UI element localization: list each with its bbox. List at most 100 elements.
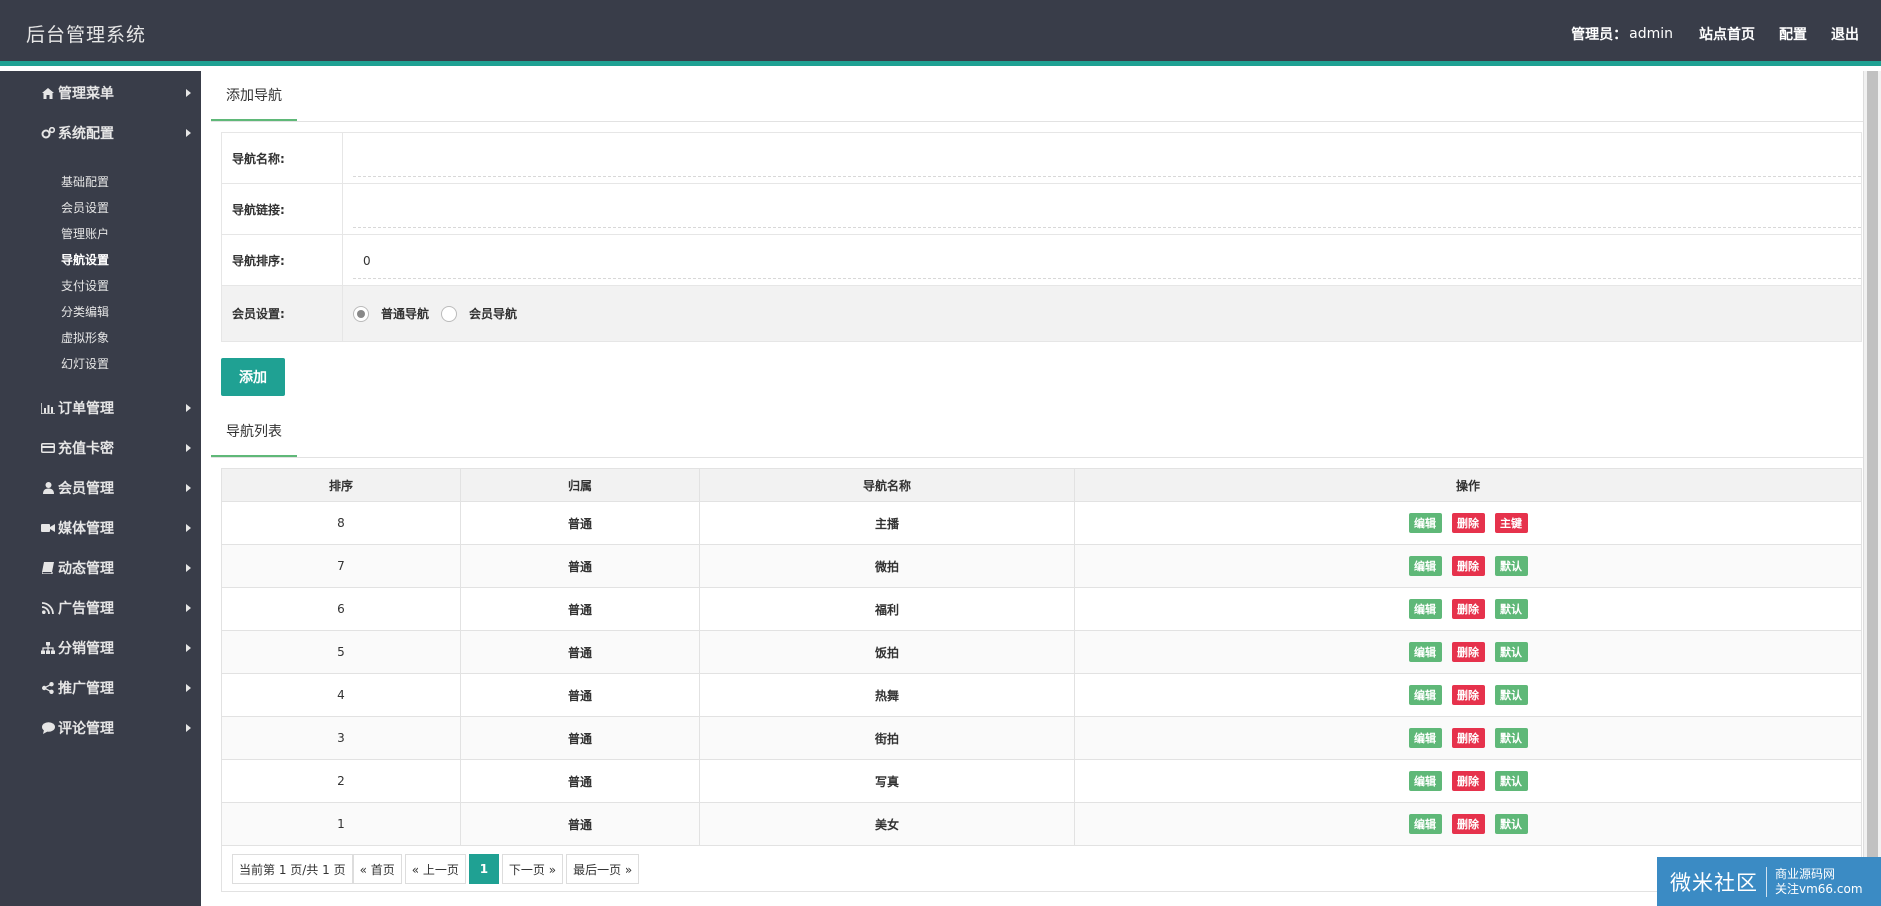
- edit-button[interactable]: 编辑: [1408, 814, 1442, 834]
- edit-button[interactable]: 编辑: [1408, 771, 1442, 791]
- tab-divider: [211, 457, 1863, 458]
- delete-button[interactable]: 删除: [1451, 513, 1485, 533]
- main-content: 添加导航 导航名称: 导航链接: 导航排序: 会员设置:: [201, 71, 1863, 906]
- default-button[interactable]: 默认: [1494, 599, 1528, 619]
- share-icon: [40, 682, 56, 694]
- tab-add-nav[interactable]: 添加导航: [211, 71, 297, 121]
- delete-button[interactable]: 删除: [1451, 685, 1485, 705]
- member-radio-group: 普通导航 会员导航: [353, 286, 529, 341]
- radio-member-nav[interactable]: [441, 305, 458, 322]
- sidebar-item-comments[interactable]: 评论管理: [0, 713, 201, 743]
- delete-button[interactable]: 删除: [1451, 728, 1485, 748]
- default-button[interactable]: 默认: [1494, 771, 1528, 791]
- edit-button[interactable]: 编辑: [1408, 642, 1442, 662]
- default-button[interactable]: 默认: [1494, 728, 1528, 748]
- sidebar-item-label: 会员管理: [58, 481, 114, 497]
- delete-button[interactable]: 删除: [1451, 771, 1485, 791]
- edit-button[interactable]: 编辑: [1408, 513, 1442, 533]
- submenu-slideshow-settings[interactable]: 幻灯设置: [61, 355, 109, 372]
- app-title: 后台管理系统: [26, 24, 147, 46]
- video-camera-icon: [40, 523, 56, 533]
- default-button[interactable]: 默认: [1494, 685, 1528, 705]
- cell-nav-name: 福利: [699, 587, 1075, 631]
- cell-order: 3: [221, 716, 461, 760]
- current-page-button[interactable]: 1: [468, 854, 499, 884]
- sidebar-item-orders[interactable]: 订单管理: [0, 393, 201, 423]
- cell-order: 7: [221, 544, 461, 588]
- chevron-right-icon: [186, 484, 191, 492]
- nav-link-input[interactable]: [353, 192, 1861, 228]
- edit-button[interactable]: 编辑: [1408, 599, 1442, 619]
- delete-button[interactable]: 删除: [1451, 642, 1485, 662]
- radio-member-nav-label[interactable]: 会员导航: [469, 305, 517, 322]
- sidebar-item-system-config[interactable]: 系统配置: [0, 118, 201, 148]
- chevron-right-icon: [186, 524, 191, 532]
- sidebar-item-members[interactable]: 会员管理: [0, 473, 201, 503]
- cell-actions: 编辑 删除 默认: [1074, 630, 1862, 674]
- submenu-virtual-avatar[interactable]: 虚拟形象: [61, 329, 109, 346]
- sidebar-item-label: 充值卡密: [58, 441, 114, 457]
- cell-order: 8: [221, 501, 461, 545]
- chevron-right-icon: [186, 444, 191, 452]
- radio-normal-nav-label[interactable]: 普通导航: [381, 305, 429, 322]
- primary-key-button[interactable]: 主键: [1494, 513, 1528, 533]
- chevron-right-icon: [186, 724, 191, 732]
- delete-button[interactable]: 删除: [1451, 814, 1485, 834]
- form-row-member: 会员设置: 普通导航 会员导航: [222, 286, 1861, 341]
- logout-link[interactable]: 退出: [1831, 24, 1859, 44]
- submenu-category-edit[interactable]: 分类编辑: [61, 303, 109, 320]
- watermark-logo: 微米社区 商业源码网 关注vm66.com: [1657, 857, 1881, 906]
- cell-nav-name: 饭拍: [699, 630, 1075, 674]
- sidebar-item-label: 管理菜单: [58, 86, 114, 102]
- table-row: 8 普通 主播 编辑 删除 主键: [221, 501, 1862, 545]
- table-row: 4 普通 热舞 编辑 删除 默认: [221, 673, 1862, 717]
- cell-owner: 普通: [460, 587, 700, 631]
- add-button[interactable]: 添加: [221, 358, 285, 396]
- cell-nav-name: 美女: [699, 802, 1075, 846]
- site-home-link[interactable]: 站点首页: [1699, 24, 1755, 44]
- submenu-basic-config[interactable]: 基础配置: [61, 173, 109, 190]
- delete-button[interactable]: 删除: [1451, 556, 1485, 576]
- scrollbar-thumb[interactable]: [1867, 71, 1878, 891]
- top-header: 后台管理系统 管理员： admin 站点首页 配置 退出: [0, 0, 1881, 66]
- tab-nav-list[interactable]: 导航列表: [211, 407, 297, 457]
- default-button[interactable]: 默认: [1494, 814, 1528, 834]
- edit-button[interactable]: 编辑: [1408, 685, 1442, 705]
- delete-button[interactable]: 删除: [1451, 599, 1485, 619]
- sidebar-item-promotion[interactable]: 推广管理: [0, 673, 201, 703]
- sidebar-item-ads[interactable]: 广告管理: [0, 593, 201, 623]
- sidebar-item-media[interactable]: 媒体管理: [0, 513, 201, 543]
- col-actions: 操作: [1074, 468, 1862, 502]
- vertical-scrollbar[interactable]: [1863, 71, 1881, 906]
- sidebar-item-recharge-cards[interactable]: 充值卡密: [0, 433, 201, 463]
- submenu-admin-accounts[interactable]: 管理账户: [61, 225, 109, 242]
- chevron-right-icon: [186, 404, 191, 412]
- chevron-right-icon: [186, 604, 191, 612]
- submenu-member-settings[interactable]: 会员设置: [61, 199, 109, 216]
- nav-order-input[interactable]: [353, 243, 1861, 279]
- submenu-payment-settings[interactable]: 支付设置: [61, 277, 109, 294]
- watermark-main-text: 微米社区: [1670, 870, 1758, 895]
- nav-name-input[interactable]: [353, 141, 1861, 177]
- sidebar-item-distribution[interactable]: 分销管理: [0, 633, 201, 663]
- prev-page-button[interactable]: « 上一页: [404, 854, 466, 884]
- cell-order: 1: [221, 802, 461, 846]
- sidebar-item-label: 广告管理: [58, 601, 114, 617]
- first-page-button[interactable]: « 首页: [352, 854, 402, 884]
- default-button[interactable]: 默认: [1494, 642, 1528, 662]
- sidebar-item-admin-menu[interactable]: 管理菜单: [0, 78, 201, 108]
- cell-owner: 普通: [460, 673, 700, 717]
- cell-order: 2: [221, 759, 461, 803]
- next-page-button[interactable]: 下一页 »: [501, 854, 564, 884]
- default-button[interactable]: 默认: [1494, 556, 1528, 576]
- sidebar-item-dynamics[interactable]: 动态管理: [0, 553, 201, 583]
- watermark-sub-line1: 商业源码网: [1775, 866, 1836, 881]
- watermark-sub-line2: 关注vm66.com: [1775, 881, 1863, 896]
- submenu-nav-settings[interactable]: 导航设置: [61, 251, 109, 268]
- radio-normal-nav[interactable]: [353, 305, 369, 322]
- last-page-button[interactable]: 最后一页 »: [566, 854, 640, 884]
- config-link[interactable]: 配置: [1779, 24, 1807, 44]
- edit-button[interactable]: 编辑: [1408, 728, 1442, 748]
- form-row-link: 导航链接:: [222, 184, 1861, 235]
- edit-button[interactable]: 编辑: [1408, 556, 1442, 576]
